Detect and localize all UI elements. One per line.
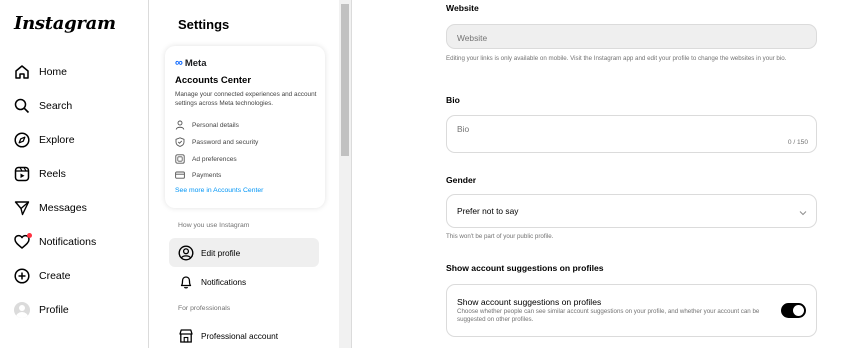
nav-label-explore: Explore xyxy=(39,134,75,146)
ac-item-ad-preferences[interactable]: Ad preferences xyxy=(175,154,237,164)
edit-profile-form: Website Website Editing your links is on… xyxy=(353,0,865,348)
settings-scrollbar[interactable] xyxy=(339,0,352,348)
accounts-center-card: ∞ Meta Accounts Center Manage your conne… xyxy=(165,46,325,208)
bell-icon xyxy=(178,274,194,290)
suggestions-label: Show account suggestions on profiles xyxy=(446,263,604,273)
nav-label-search: Search xyxy=(39,100,73,112)
section-label-professionals: For professionals xyxy=(178,305,231,312)
accounts-center-title: Accounts Center xyxy=(175,75,252,86)
nav-item-home[interactable]: Home xyxy=(13,60,143,84)
settings-item-edit-profile[interactable]: Edit profile xyxy=(169,238,319,267)
send-icon xyxy=(13,199,31,217)
meta-logo: ∞ Meta xyxy=(175,57,207,69)
ac-item-label: Password and security xyxy=(192,138,259,146)
settings-item-notifications[interactable]: Notifications xyxy=(169,267,319,296)
nav-label-reels: Reels xyxy=(39,168,66,180)
notification-dot xyxy=(27,233,32,238)
nav-label-messages: Messages xyxy=(39,202,87,214)
gender-label: Gender xyxy=(446,175,477,185)
website-label: Website xyxy=(446,3,479,13)
scrollbar-thumb[interactable] xyxy=(341,4,349,156)
card-icon xyxy=(175,170,185,180)
user-circle-icon xyxy=(178,244,194,261)
see-more-accounts-center-link[interactable]: See more in Accounts Center xyxy=(175,187,263,194)
bio-char-count: 0 / 150 xyxy=(787,139,808,146)
gender-hint: This won't be part of your public profil… xyxy=(446,233,554,240)
suggestions-toggle[interactable] xyxy=(781,303,806,318)
bio-field[interactable]: Bio 0 / 150 xyxy=(446,115,817,153)
heart-icon xyxy=(13,233,32,251)
website-hint: Editing your links is only available on … xyxy=(446,55,787,62)
nav-item-messages[interactable]: Messages xyxy=(13,196,143,220)
meta-infinity-icon: ∞ xyxy=(175,57,183,69)
section-label-how-you-use: How you use Instagram xyxy=(178,222,250,229)
ac-item-personal-details[interactable]: Personal details xyxy=(175,120,239,130)
ac-item-label: Ad preferences xyxy=(192,155,237,163)
ac-item-label: Payments xyxy=(192,171,222,179)
bio-label: Bio xyxy=(446,95,460,105)
nav-label-create: Create xyxy=(39,270,71,282)
reels-icon xyxy=(13,165,31,183)
website-placeholder: Website xyxy=(457,33,488,43)
suggestions-card: Show account suggestions on profiles Cho… xyxy=(446,284,817,337)
nav-label-profile: Profile xyxy=(39,304,69,316)
shield-icon xyxy=(175,137,185,147)
ac-item-password-security[interactable]: Password and security xyxy=(175,137,258,147)
settings-item-label: Professional account xyxy=(201,330,279,341)
nav-label-notifications: Notifications xyxy=(39,236,97,248)
suggestions-title: Show account suggestions on profiles xyxy=(457,297,602,307)
settings-item-professional-account[interactable]: Professional account xyxy=(169,321,319,348)
gender-select[interactable]: Prefer not to say xyxy=(446,194,817,228)
plus-square-icon xyxy=(13,267,31,285)
bio-placeholder: Bio xyxy=(457,124,470,134)
profile-icon-wrap xyxy=(13,301,31,319)
suggestions-description: Choose whether people can see similar ac… xyxy=(457,308,760,323)
website-field[interactable]: Website xyxy=(446,24,817,49)
ac-item-payments[interactable]: Payments xyxy=(175,170,221,180)
settings-panel: Settings ∞ Meta Accounts Center Manage y… xyxy=(150,0,339,348)
nav-label-home: Home xyxy=(39,66,68,78)
nav-item-search[interactable]: Search xyxy=(13,94,143,118)
chevron-down-icon xyxy=(799,208,807,218)
left-nav: Instagram Home Search Explore Reels Mess… xyxy=(0,0,149,348)
ad-icon xyxy=(175,154,185,164)
nav-item-profile[interactable]: Profile xyxy=(13,298,143,322)
shop-icon xyxy=(178,328,194,344)
settings-item-label: Notifications xyxy=(201,276,247,287)
gender-value: Prefer not to say xyxy=(457,206,519,216)
nav-item-create[interactable]: Create xyxy=(13,264,143,288)
compass-icon xyxy=(13,131,31,149)
settings-item-label: Edit profile xyxy=(201,247,241,258)
search-icon xyxy=(13,97,31,115)
person-icon xyxy=(175,120,185,130)
instagram-logo[interactable]: Instagram xyxy=(14,13,116,34)
nav-item-notifications[interactable]: Notifications xyxy=(13,230,143,254)
settings-title: Settings xyxy=(178,17,230,32)
meta-brand: Meta xyxy=(184,57,207,69)
ac-item-label: Personal details xyxy=(192,121,239,129)
home-icon xyxy=(13,63,31,81)
nav-item-explore[interactable]: Explore xyxy=(13,128,143,152)
accounts-center-description: Manage your connected experiences and ac… xyxy=(175,91,317,107)
nav-item-reels[interactable]: Reels xyxy=(13,162,143,186)
avatar xyxy=(14,302,30,318)
